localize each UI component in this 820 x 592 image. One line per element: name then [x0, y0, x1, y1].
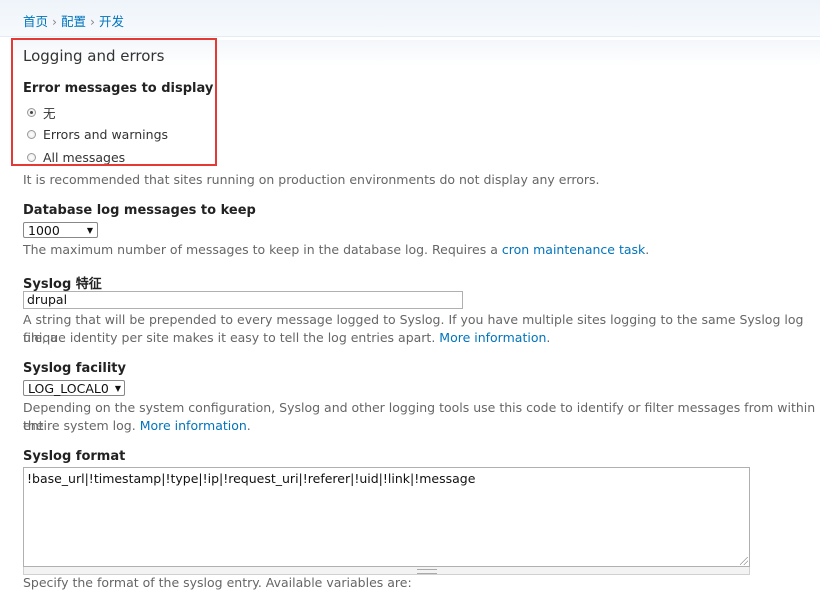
- syslog-facility-select[interactable]: LOG_LOCAL0 ▼: [23, 380, 125, 396]
- syslog-identity-more-info-link[interactable]: More information: [439, 330, 546, 345]
- syslog-facility-description-suffix: .: [246, 418, 251, 433]
- breadcrumb-separator: ›: [90, 14, 96, 29]
- error-messages-description: It is recommended that sites running on …: [23, 172, 600, 187]
- syslog-identity-input[interactable]: drupal: [23, 291, 463, 309]
- syslog-format-label: Syslog format: [23, 449, 126, 464]
- dropdown-arrow-icon: ▼: [86, 225, 93, 235]
- syslog-identity-description-text: unique identity per site makes it easy t…: [23, 330, 440, 345]
- breadcrumb: 首页 › 配置 › 开发: [23, 11, 124, 30]
- syslog-facility-description-text: entire system log.: [23, 418, 140, 433]
- syslog-identity-label: Syslog 特征: [23, 277, 102, 292]
- syslog-identity-description-line2: unique identity per site makes it easy t…: [23, 329, 818, 347]
- syslog-facility-description-line2: entire system log. More information.: [23, 417, 818, 435]
- syslog-facility-more-info-link[interactable]: More information: [140, 418, 247, 433]
- syslog-identity-description-suffix: .: [546, 330, 551, 345]
- syslog-format-value: !base_url|!timestamp|!type|!ip|!request_…: [27, 471, 476, 486]
- db-log-label: Database log messages to keep: [23, 203, 256, 218]
- syslog-format-description: Specify the format of the syslog entry. …: [23, 575, 412, 590]
- breadcrumb-development[interactable]: 开发: [99, 14, 124, 29]
- breadcrumb-separator: ›: [52, 14, 58, 29]
- db-log-description-text: The maximum number of messages to keep i…: [23, 242, 502, 257]
- breadcrumb-home[interactable]: 首页: [23, 14, 48, 29]
- db-log-description-suffix: .: [645, 242, 650, 257]
- resize-handle-icon[interactable]: [740, 557, 748, 565]
- syslog-facility-selected-value: LOG_LOCAL0: [28, 380, 109, 396]
- cron-maintenance-link[interactable]: cron maintenance task: [502, 242, 645, 257]
- breadcrumb-config[interactable]: 配置: [61, 14, 86, 29]
- highlight-annotation-box: [11, 38, 217, 166]
- db-log-description: The maximum number of messages to keep i…: [23, 241, 818, 259]
- syslog-facility-label: Syslog facility: [23, 361, 126, 376]
- db-log-select[interactable]: 1000 ▼: [23, 222, 98, 238]
- breadcrumb-bar: 首页 › 配置 › 开发: [0, 0, 820, 37]
- syslog-format-textarea[interactable]: !base_url|!timestamp|!type|!ip|!request_…: [23, 467, 750, 567]
- db-log-selected-value: 1000: [28, 222, 60, 238]
- dropdown-arrow-icon: ▼: [114, 383, 122, 393]
